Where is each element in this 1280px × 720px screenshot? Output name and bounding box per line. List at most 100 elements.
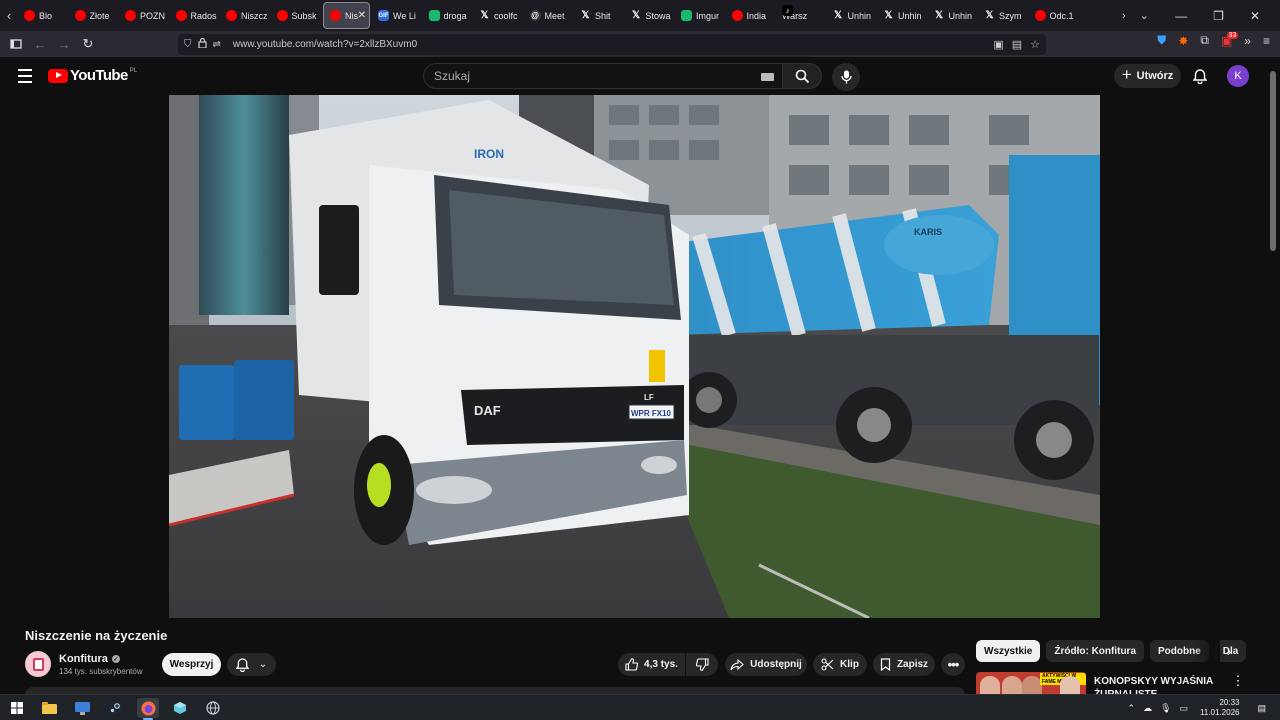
tab-scroll-left-icon[interactable]: ‹ (0, 0, 18, 31)
sidebar-toggle-icon[interactable] (4, 32, 28, 56)
back-icon[interactable]: ← (28, 32, 52, 56)
subscription-notifications-button[interactable]: ⌄ (227, 653, 276, 676)
share-button[interactable]: Udostępnij (725, 653, 807, 676)
url-text[interactable]: www.youtube.com/watch?v=2xllzBXuvm0 (233, 39, 417, 50)
network-icon[interactable]: ▭ (1180, 703, 1189, 714)
chip-source[interactable]: Źródło: Konfitura (1046, 640, 1145, 662)
permissions-icon[interactable]: ⇌ (213, 39, 221, 50)
recommendation-title[interactable]: KONOPSKYY WYJAŚNIA ŻURNALISTE (1094, 675, 1224, 695)
fox-extension-icon[interactable]: ✸ (1178, 34, 1188, 48)
browser-tab[interactable]: Subsk (271, 2, 322, 29)
browser-tab[interactable]: Nis ✕ (323, 2, 370, 29)
scrollbar-thumb[interactable] (1270, 71, 1276, 251)
windows-start-icon[interactable] (6, 698, 28, 718)
browser-tab[interactable]: POZN (119, 2, 170, 29)
browser-tab[interactable]: 𝕏 Unhin (928, 2, 979, 29)
channel-name[interactable]: Konfitura ✓ (59, 653, 120, 665)
app-cube-icon[interactable] (169, 698, 191, 718)
app-menu-icon[interactable]: ≡ (1263, 34, 1270, 48)
search-box (423, 63, 783, 89)
extensions-puzzle-icon[interactable]: ⧉ (1200, 33, 1209, 48)
browser-tab[interactable]: Imgur (675, 2, 726, 29)
notifications-tray-icon[interactable]: ▤ (1257, 703, 1266, 714)
plus-icon: + (1121, 65, 1132, 84)
file-explorer-icon[interactable] (38, 698, 60, 718)
close-tab-icon[interactable]: ✕ (358, 10, 366, 21)
browser-tab[interactable]: 𝕏coolfc (473, 2, 524, 29)
clip-button[interactable]: Klip (813, 653, 867, 676)
browser-tab[interactable]: Blo (18, 2, 69, 29)
computer-icon[interactable] (71, 698, 93, 718)
steam-icon[interactable] (104, 698, 126, 718)
browser-tab[interactable]: ♪ Warsz (776, 2, 827, 29)
close-window-icon[interactable]: ✕ (1250, 9, 1260, 23)
tab-title: Odc.1 (1049, 10, 1074, 21)
extension-badge-icon[interactable]: ▣ 33 (1221, 31, 1239, 48)
forward-icon[interactable]: → (52, 32, 76, 56)
recommendation-thumbnail[interactable]: AKTYWIŚCI W FAME MMA? (976, 672, 1086, 694)
channel-avatar[interactable] (25, 651, 51, 677)
save-label: Zapisz (896, 659, 929, 670)
more-actions-button[interactable]: ••• (941, 653, 965, 676)
tab-scroll-right-icon[interactable]: › (1122, 10, 1126, 22)
chevron-right-icon[interactable]: › (1218, 640, 1240, 662)
create-button[interactable]: + Utwórz (1114, 64, 1181, 88)
microphone-tray-icon[interactable]: 🎙 (1160, 703, 1171, 714)
lock-icon[interactable] (197, 37, 207, 51)
browser-tab[interactable]: Rados (170, 2, 221, 29)
chip-all[interactable]: Wszystkie (976, 640, 1041, 662)
browser-tab[interactable]: 𝕏 Szym (978, 2, 1029, 29)
overflow-chevrons-icon[interactable]: » (1244, 34, 1251, 48)
tab-title: Szym (999, 10, 1022, 21)
search-button[interactable] (782, 63, 822, 89)
save-button[interactable]: Zapisz (873, 653, 935, 676)
tab-title: Rados (190, 10, 217, 21)
browser-tab[interactable]: 𝕏 Shit (574, 2, 625, 29)
browser-tab[interactable]: 𝕏 Unhin (827, 2, 878, 29)
browser-tab[interactable]: 𝕏 Unhin (877, 2, 928, 29)
clock[interactable]: 20:33 11.01.2026 (1200, 698, 1239, 718)
ublock-shield-icon[interactable]: ⛊ (1157, 33, 1166, 48)
tiktok-icon: ♪ (782, 5, 793, 16)
browser-tab[interactable]: GIF We Li (372, 2, 423, 29)
address-bar[interactable]: ⛉ ⇌ www.youtube.com/watch?v=2xllzBXuvm0 … (178, 34, 1046, 55)
list-all-tabs-icon[interactable]: ⌄ (1140, 9, 1149, 22)
browser-toolbar: ← → ↻ ⛉ ⇌ www.youtube.com/watch?v=2xllzB… (0, 31, 1280, 57)
chip-fade (1194, 640, 1220, 662)
shield-icon[interactable]: ⛉ (184, 39, 192, 50)
tray-overflow-icon[interactable]: ⌃ (1128, 703, 1136, 714)
restore-icon[interactable]: ❐ (1213, 9, 1224, 23)
guide-menu-icon[interactable] (14, 65, 36, 87)
page-scrollbar[interactable] (1268, 57, 1280, 687)
browser-tab[interactable]: droga (423, 2, 474, 29)
browser-tab[interactable]: 𝕏 Stowa (625, 2, 676, 29)
like-button[interactable]: 4,3 tys. (618, 653, 685, 676)
reader-view-icon[interactable]: ▤ (1012, 38, 1022, 51)
create-label: Utwórz (1136, 70, 1174, 82)
video-player[interactable]: KARIS IRON DAF LF WPR FX10 (169, 95, 1100, 618)
dislike-button[interactable] (686, 653, 718, 676)
firefox-icon[interactable] (137, 698, 159, 720)
thumbnail-face (1022, 676, 1042, 694)
tab-title: Shit (595, 10, 611, 21)
keyboard-icon[interactable] (761, 73, 774, 81)
youtube-logo[interactable]: YouTube PL (48, 67, 137, 84)
video-title: Niszczenie na życzenie (25, 628, 168, 643)
browser-tab[interactable]: Niszcz (220, 2, 271, 29)
reload-icon[interactable]: ↻ (76, 32, 100, 56)
cloud-icon[interactable]: ☁ (1143, 703, 1152, 714)
browser-tab[interactable]: India (726, 2, 777, 29)
bookmark-star-icon[interactable]: ☆ (1030, 38, 1040, 51)
browser-tab[interactable]: @ Meet (524, 2, 575, 29)
search-input[interactable] (434, 69, 754, 83)
browser-tab[interactable]: Złote (69, 2, 120, 29)
network-globe-icon[interactable] (202, 698, 224, 718)
minimize-icon[interactable]: — (1175, 9, 1187, 23)
more-vertical-icon[interactable]: ⋮ (1231, 672, 1245, 690)
account-avatar[interactable]: K (1227, 65, 1249, 87)
notifications-button[interactable] (1189, 65, 1211, 87)
browser-tab[interactable]: Odc.1 (1029, 2, 1080, 29)
voice-search-button[interactable] (832, 63, 860, 91)
support-button[interactable]: Wesprzyj (162, 653, 221, 676)
picture-in-picture-icon[interactable]: ▣ (993, 38, 1003, 51)
